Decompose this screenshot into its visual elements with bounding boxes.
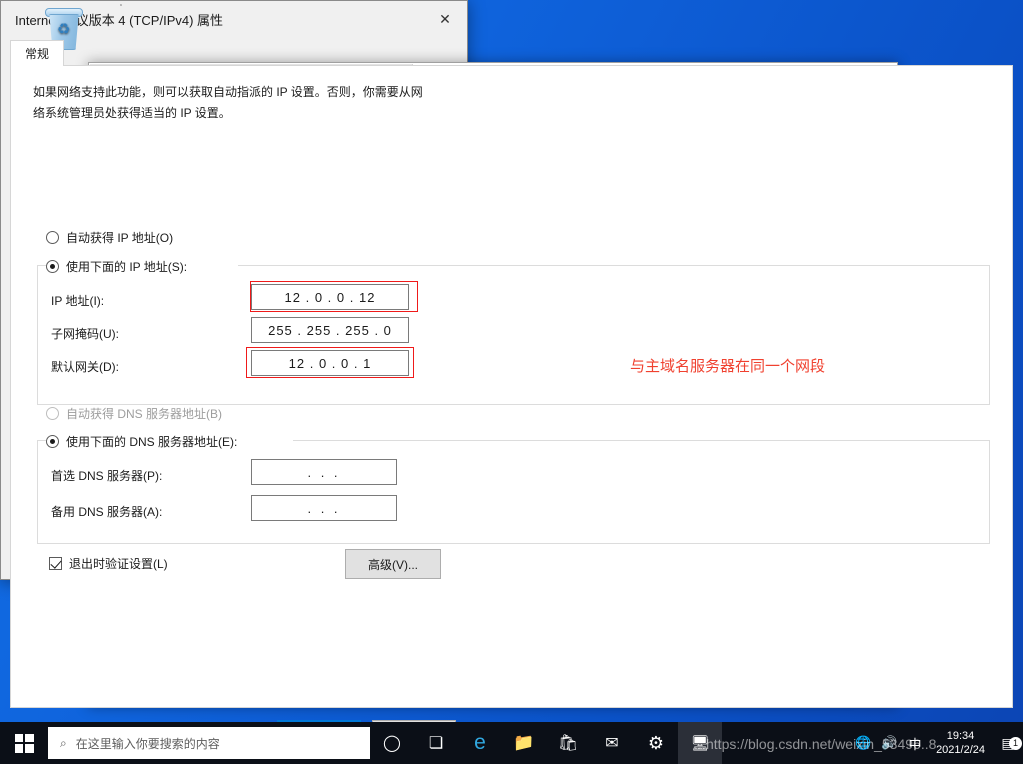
- tcpip-description: 如果网络支持此功能，则可以获取自动指派的 IP 设置。否则，你需要从网 络系统管…: [33, 82, 988, 124]
- radio-use-following-dns[interactable]: 使用下面的 DNS 服务器地址(E):: [46, 433, 244, 450]
- network-tray-icon[interactable]: 🌐: [850, 735, 876, 751]
- input-subnet-mask[interactable]: 255 . 255 . 255 . 0: [251, 317, 409, 343]
- radio-label: 使用下面的 DNS 服务器地址(E):: [66, 435, 238, 449]
- radio-circle-icon: [46, 407, 59, 420]
- windows-logo-icon: [14, 733, 34, 753]
- radio-use-following-ip[interactable]: 使用下面的 IP 地址(S):: [46, 258, 194, 275]
- desktop: ♻ 回收站 e ↗ Microsoft E: [0, 0, 1023, 764]
- radio-circle-icon: [46, 435, 59, 448]
- clock-date: 2021/2/24: [936, 744, 985, 756]
- tcpip-tab-panel: 如果网络支持此功能，则可以获取自动指派的 IP 设置。否则，你需要从网 络系统管…: [10, 66, 1013, 708]
- label-subnet-mask: 子网掩码(U):: [51, 327, 119, 341]
- notification-badge: 1: [1009, 736, 1022, 750]
- radio-obtain-ip-automatically[interactable]: 自动获得 IP 地址(O): [46, 229, 173, 246]
- checkbox-label: 退出时验证设置(L): [69, 557, 168, 571]
- taskbar-file-explorer-icon[interactable]: 📁: [502, 722, 546, 764]
- tcpip-close-button[interactable]: ✕: [423, 1, 467, 38]
- radio-circle-icon: [46, 231, 59, 244]
- radio-obtain-dns-automatically[interactable]: 自动获得 DNS 服务器地址(B): [46, 405, 222, 422]
- taskbar-search-placeholder: 在这里输入你要搜索的内容: [75, 736, 220, 751]
- radio-circle-icon: [46, 260, 59, 273]
- label-ip-address: IP 地址(I):: [51, 294, 105, 308]
- checkbox-icon: [49, 557, 62, 570]
- cortana-button[interactable]: ◯: [370, 722, 414, 764]
- taskbar-edge-icon[interactable]: e: [458, 722, 502, 764]
- clock-time: 19:34: [946, 730, 975, 742]
- ip-settings-group: [37, 265, 990, 405]
- advanced-button[interactable]: 高级(V)...: [345, 549, 441, 579]
- input-ip-address[interactable]: 12 . 0 . 0 . 12: [251, 284, 409, 310]
- taskbar-remote-desktop-icon[interactable]: 🖥: [678, 722, 722, 764]
- taskbar-mail-icon[interactable]: ✉: [590, 722, 634, 764]
- taskbar-settings-icon[interactable]: ⚙: [634, 722, 678, 764]
- search-icon: ⌕: [60, 735, 67, 750]
- input-preferred-dns[interactable]: . . .: [251, 459, 397, 485]
- tcpip-tabstrip: 常规: [10, 40, 1013, 67]
- description-line-1: 如果网络支持此功能，则可以获取自动指派的 IP 设置。否则，你需要从网: [33, 85, 423, 99]
- taskbar-clock[interactable]: 19:34 2021/2/24: [928, 729, 993, 757]
- taskbar: ⌕ 在这里输入你要搜索的内容 ◯ ❏ e 📁 🛍 ✉ ⚙ 🖥 🌐 🔊 中 19:…: [0, 722, 1023, 764]
- tab-general[interactable]: 常规: [10, 40, 65, 67]
- input-alternate-dns[interactable]: . . .: [251, 495, 397, 521]
- start-button[interactable]: [0, 722, 48, 764]
- input-default-gateway[interactable]: 12 . 0 . 0 . 1: [251, 350, 409, 376]
- task-view-button[interactable]: ❏: [414, 722, 458, 764]
- tcpip-properties-dialog[interactable]: Internet 协议版本 4 (TCP/IPv4) 属性 ✕ 常规 如果网络支…: [0, 0, 1013, 750]
- radio-label: 自动获得 DNS 服务器地址(B): [66, 407, 223, 421]
- volume-tray-icon[interactable]: 🔊: [876, 735, 902, 751]
- label-preferred-dns: 首选 DNS 服务器(P):: [51, 469, 163, 483]
- radio-label: 自动获得 IP 地址(O): [66, 231, 174, 245]
- label-alternate-dns: 备用 DNS 服务器(A):: [51, 505, 163, 519]
- system-tray: 🌐 🔊 中 19:34 2021/2/24 ▤ 1: [850, 722, 1023, 764]
- label-default-gateway: 默认网关(D):: [51, 360, 119, 374]
- taskbar-store-icon[interactable]: 🛍: [546, 722, 590, 764]
- annotation-same-subnet: 与主域名服务器在同一个网段: [630, 358, 826, 375]
- ime-tray-icon[interactable]: 中: [902, 734, 928, 753]
- radio-label: 使用下面的 IP 地址(S):: [66, 260, 188, 274]
- description-line-2: 络系统管理员处获得适当的 IP 设置。: [33, 106, 231, 120]
- taskbar-search-input[interactable]: ⌕ 在这里输入你要搜索的内容: [48, 727, 370, 759]
- dns-settings-group: [37, 440, 990, 544]
- notification-center-button[interactable]: ▤ 1: [993, 735, 1023, 752]
- checkbox-validate-on-exit[interactable]: 退出时验证设置(L): [49, 555, 168, 572]
